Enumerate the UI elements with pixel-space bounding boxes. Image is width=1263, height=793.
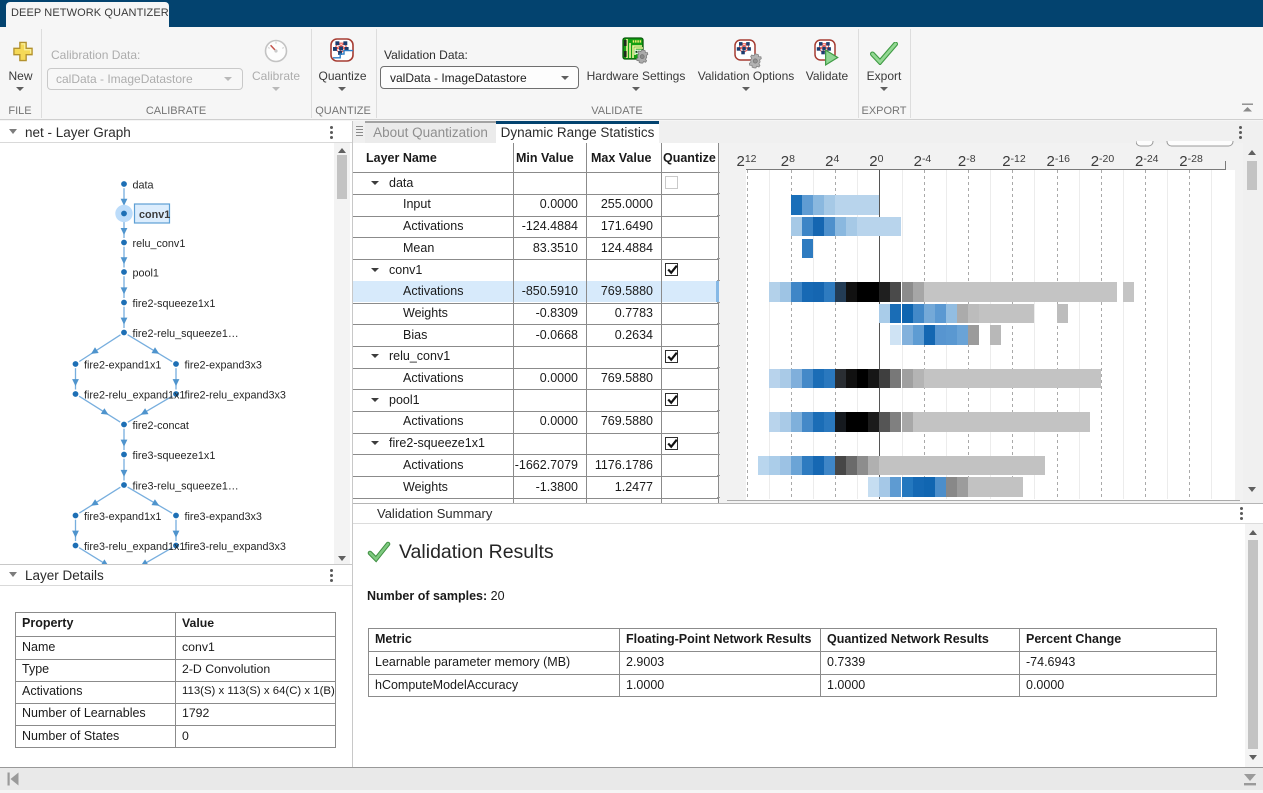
svg-text:fire3-expand3x3: fire3-expand3x3: [185, 511, 262, 523]
svg-text:data: data: [133, 179, 154, 191]
svg-text:fire3-relu_expand3x3: fire3-relu_expand3x3: [185, 541, 286, 553]
svg-text:fire3-expand1x1: fire3-expand1x1: [84, 511, 161, 523]
svg-text:fire2-relu_squeeze1…: fire2-relu_squeeze1…: [133, 328, 239, 340]
svg-text:pool1: pool1: [133, 267, 159, 279]
svg-text:fire3-relu_expand1x1: fire3-relu_expand1x1: [84, 541, 185, 553]
svg-text:fire2-relu_expand3x3: fire2-relu_expand3x3: [185, 389, 286, 401]
svg-text:fire2-expand3x3: fire2-expand3x3: [185, 359, 262, 371]
svg-text:fire2-concat: fire2-concat: [133, 420, 189, 432]
svg-text:relu_conv1: relu_conv1: [133, 238, 186, 250]
svg-text:fire2-expand1x1: fire2-expand1x1: [84, 359, 161, 371]
svg-text:fire3-squeeze1x1: fire3-squeeze1x1: [133, 450, 216, 462]
svg-text:conv1: conv1: [139, 209, 170, 221]
svg-text:fire2-relu_expand1x1: fire2-relu_expand1x1: [84, 389, 185, 401]
svg-text:fire3-relu_squeeze1…: fire3-relu_squeeze1…: [133, 480, 239, 492]
svg-text:fire2-squeeze1x1: fire2-squeeze1x1: [133, 298, 216, 310]
